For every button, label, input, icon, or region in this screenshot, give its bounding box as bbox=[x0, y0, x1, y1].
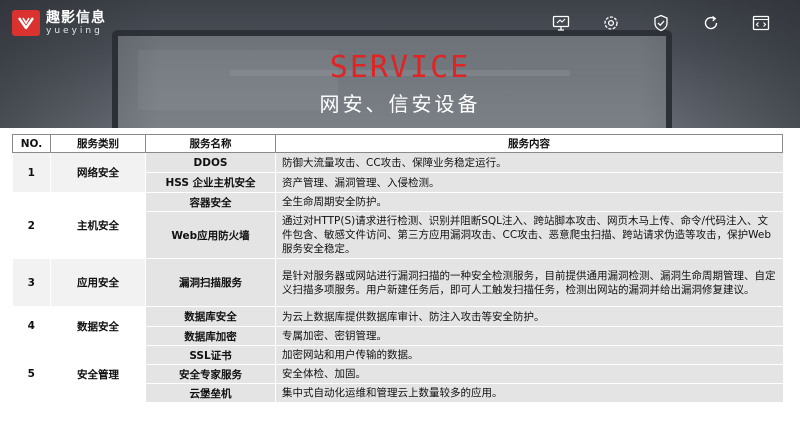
service-name: 安全专家服务 bbox=[145, 364, 276, 384]
service-category: 应用安全 bbox=[50, 258, 146, 307]
service-name: 数据库安全 bbox=[145, 306, 276, 327]
page-title: SERVICE bbox=[329, 50, 471, 85]
service-name: 云堡垒机 bbox=[145, 383, 276, 403]
service-content: 通过对HTTP(S)请求进行检测、识别并阻断SQL注入、跨站脚本攻击、网页木马上… bbox=[275, 211, 783, 259]
table-row: 云堡垒机 集中式自动化运维和管理云上数量较多的应用。 bbox=[12, 383, 783, 403]
header-category: 服务类别 bbox=[50, 134, 146, 153]
service-content: 是针对服务器或网站进行漏洞扫描的一种安全检测服务，目前提供通用漏洞检测、漏洞生命… bbox=[275, 258, 783, 307]
service-content: 防御大流量攻击、CC攻击、保障业务稳定运行。 bbox=[275, 152, 783, 173]
row-number: 3 bbox=[12, 258, 51, 307]
table-row: 1 网络安全 DDOS 防御大流量攻击、CC攻击、保障业务稳定运行。 bbox=[12, 152, 783, 193]
service-content: 资产管理、漏洞管理、入侵检测。 bbox=[275, 172, 783, 193]
service-name: 数据库加密 bbox=[145, 326, 276, 346]
top-nav bbox=[550, 12, 772, 34]
service-name: DDOS bbox=[145, 152, 276, 173]
table-row: 4 数据安全 数据库安全 为云上数据库提供数据库审计、防注入攻击等安全防护。 bbox=[12, 306, 783, 346]
service-category: 网络安全 bbox=[50, 152, 146, 193]
table-row: 5 安全管理 安全专家服务 安全体检、加固。 bbox=[12, 364, 783, 384]
service-name: HSS 企业主机安全 bbox=[145, 172, 276, 193]
brand-logo[interactable]: 趣影信息 yueying bbox=[12, 10, 106, 36]
service-category: 主机安全 bbox=[50, 192, 146, 259]
service-name: SSL证书 bbox=[145, 345, 276, 365]
row-number: 5 bbox=[12, 364, 51, 384]
row-number: 2 bbox=[12, 192, 51, 259]
table-header-row: NO. 服务类别 服务名称 服务内容 bbox=[12, 134, 783, 153]
service-name: 容器安全 bbox=[145, 192, 276, 212]
page-subtitle: 网安、信安设备 bbox=[319, 92, 481, 116]
service-table: NO. 服务类别 服务名称 服务内容 1 网络安全 DDOS 防御大流量攻击、C… bbox=[12, 134, 783, 403]
settings-gear-icon[interactable] bbox=[600, 12, 622, 34]
header-no: NO. bbox=[12, 134, 51, 153]
service-name: Web应用防火墙 bbox=[145, 211, 276, 259]
brand-name-cn: 趣影信息 bbox=[46, 9, 106, 26]
service-category: 数据安全 bbox=[50, 306, 146, 346]
hero-banner: 趣影信息 yueying SERVICE 网安、信安设备 bbox=[0, 0, 800, 128]
service-content: 集中式自动化运维和管理云上数量较多的应用。 bbox=[275, 383, 783, 403]
table-row: 2 主机安全 容器安全 全生命周期安全防护。 bbox=[12, 192, 783, 259]
service-table-container: NO. 服务类别 服务名称 服务内容 1 网络安全 DDOS 防御大流量攻击、C… bbox=[12, 134, 783, 403]
refresh-icon[interactable] bbox=[700, 12, 722, 34]
code-window-icon[interactable] bbox=[750, 12, 772, 34]
service-content: 加密网站和用户传输的数据。 bbox=[275, 345, 783, 365]
service-name: 漏洞扫描服务 bbox=[145, 258, 276, 307]
service-content: 全生命周期安全防护。 bbox=[275, 192, 783, 212]
logo-mark-icon bbox=[12, 10, 40, 36]
header-name: 服务名称 bbox=[145, 134, 276, 153]
brand-name-en: yueying bbox=[46, 25, 103, 36]
service-content: 安全体检、加固。 bbox=[275, 364, 783, 384]
row-number: 4 bbox=[12, 306, 51, 346]
service-category: 安全管理 bbox=[50, 364, 146, 384]
service-content: 为云上数据库提供数据库审计、防注入攻击等安全防护。 bbox=[275, 306, 783, 327]
table-row: SSL证书 加密网站和用户传输的数据。 bbox=[12, 345, 783, 365]
header-content: 服务内容 bbox=[275, 134, 783, 153]
table-row: 3 应用安全 漏洞扫描服务 是针对服务器或网站进行漏洞扫描的一种安全检测服务，目… bbox=[12, 258, 783, 307]
monitor-icon[interactable] bbox=[550, 12, 572, 34]
row-number: 1 bbox=[12, 152, 51, 193]
service-content: 专属加密、密钥管理。 bbox=[275, 326, 783, 346]
shield-check-icon[interactable] bbox=[650, 12, 672, 34]
